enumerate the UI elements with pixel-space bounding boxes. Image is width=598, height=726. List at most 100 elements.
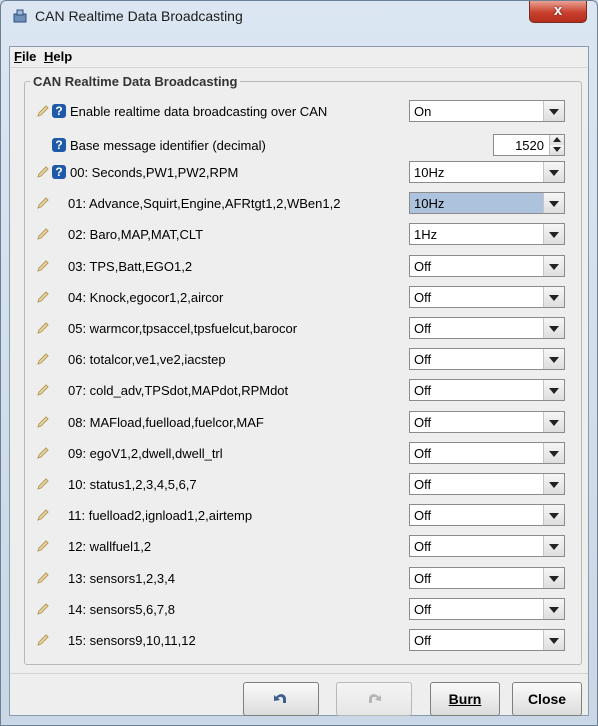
message-label: 04: Knock,egocor1,2,aircor xyxy=(68,290,224,305)
pencil-icon xyxy=(37,447,49,459)
message-rate-select[interactable]: Off xyxy=(409,348,565,370)
base-id-label: Base message identifier (decimal) xyxy=(70,138,266,153)
chevron-down-icon[interactable] xyxy=(543,224,564,244)
message-rate-value: Off xyxy=(414,290,432,305)
chevron-down-icon[interactable] xyxy=(543,256,564,276)
chevron-down-icon[interactable] xyxy=(543,443,564,463)
chevron-down-icon[interactable] xyxy=(543,505,564,525)
message-row: 08: MAFload,fuelload,fuelcor,MAF Off xyxy=(10,411,588,435)
message-rate-select[interactable]: Off xyxy=(409,504,565,526)
menu-help[interactable]: Help xyxy=(44,49,72,64)
help-icon[interactable]: ? xyxy=(52,104,66,118)
message-rate-select[interactable]: Off xyxy=(409,629,565,651)
chevron-down-icon[interactable] xyxy=(543,568,564,588)
message-row: 01: Advance,Squirt,Engine,AFRtgt1,2,WBen… xyxy=(10,192,588,216)
message-rate-select[interactable]: 1Hz xyxy=(409,223,565,245)
message-row: 02: Baro,MAP,MAT,CLT 1Hz xyxy=(10,223,588,247)
pencil-icon xyxy=(37,478,49,490)
menu-help-label: elp xyxy=(53,49,73,64)
message-row: 10: status1,2,3,4,5,6,7 Off xyxy=(10,473,588,497)
pencil-icon xyxy=(37,416,49,428)
message-label: 02: Baro,MAP,MAT,CLT xyxy=(68,227,204,242)
message-rate-value: 10Hz xyxy=(414,165,445,180)
base-id-spinner[interactable]: 1520 xyxy=(493,134,565,156)
chevron-down-icon[interactable] xyxy=(543,193,564,213)
window-title: CAN Realtime Data Broadcasting xyxy=(35,8,243,24)
menu-bar: File Help xyxy=(10,47,588,68)
chevron-down-icon[interactable] xyxy=(543,287,564,307)
burn-label: Burn xyxy=(448,691,482,707)
message-rate-select[interactable]: Off xyxy=(409,411,565,433)
panel-title: CAN Realtime Data Broadcasting xyxy=(30,74,241,89)
message-rate-value: Off xyxy=(414,633,432,648)
message-label: 00: Seconds,PW1,PW2,RPM xyxy=(70,165,239,180)
message-label: 08: MAFload,fuelload,fuelcor,MAF xyxy=(68,415,264,430)
message-label: 05: warmcor,tpsaccel,tpsfuelcut,barocor xyxy=(68,321,298,336)
help-icon[interactable]: ? xyxy=(52,165,66,179)
chevron-down-icon[interactable] xyxy=(543,536,564,556)
pencil-icon xyxy=(37,509,49,521)
message-rate-value: Off xyxy=(414,446,432,461)
chevron-down-icon[interactable] xyxy=(543,101,564,121)
message-rate-select[interactable]: 10Hz xyxy=(409,192,565,214)
chevron-down-icon[interactable] xyxy=(543,412,564,432)
base-id-row: ? Base message identifier (decimal) 1520 xyxy=(10,134,588,158)
chevron-down-icon[interactable] xyxy=(543,349,564,369)
message-rate-select[interactable]: Off xyxy=(409,442,565,464)
message-rate-select[interactable]: Off xyxy=(409,286,565,308)
message-rate-value: 10Hz xyxy=(414,196,445,211)
undo-button[interactable] xyxy=(243,682,319,716)
spinner-down-icon[interactable] xyxy=(549,145,564,155)
redo-icon xyxy=(369,694,381,703)
message-row: 13: sensors1,2,3,4 Off xyxy=(10,567,588,591)
message-rate-select[interactable]: Off xyxy=(409,255,565,277)
message-rate-select[interactable]: Off xyxy=(409,535,565,557)
message-rate-select[interactable]: Off xyxy=(409,379,565,401)
message-row: ? 00: Seconds,PW1,PW2,RPM 10Hz xyxy=(10,161,588,185)
chevron-down-icon[interactable] xyxy=(543,630,564,650)
message-rate-value: 1Hz xyxy=(414,227,438,242)
window-close-button[interactable]: x xyxy=(529,1,587,23)
redo-button[interactable] xyxy=(336,682,412,716)
button-bar: Burn Close xyxy=(10,673,588,716)
chevron-down-icon[interactable] xyxy=(543,380,564,400)
enable-label: Enable realtime data broadcasting over C… xyxy=(70,104,328,119)
enable-select[interactable]: On xyxy=(409,100,565,122)
pencil-icon xyxy=(37,634,49,646)
pencil-icon xyxy=(37,228,49,240)
message-rate-select[interactable]: Off xyxy=(409,598,565,620)
chevron-down-icon[interactable] xyxy=(543,318,564,338)
message-rate-value: Off xyxy=(414,602,432,617)
message-rate-select[interactable]: Off xyxy=(409,473,565,495)
pencil-icon xyxy=(37,322,49,334)
help-icon[interactable]: ? xyxy=(52,138,66,152)
title-bar[interactable]: CAN Realtime Data Broadcasting x xyxy=(1,1,597,31)
pencil-icon xyxy=(37,384,49,396)
close-button[interactable]: Close xyxy=(512,682,582,716)
pencil-icon xyxy=(37,353,49,365)
menu-file-label: ile xyxy=(21,49,37,64)
chevron-down-icon[interactable] xyxy=(543,599,564,619)
message-row: 03: TPS,Batt,EGO1,2 Off xyxy=(10,255,588,279)
message-label: 15: sensors9,10,11,12 xyxy=(68,633,196,648)
client-area: File Help CAN Realtime Data Broadcasting… xyxy=(9,46,589,716)
base-id-value: 1520 xyxy=(515,138,544,153)
enable-value: On xyxy=(414,104,432,119)
chevron-down-icon[interactable] xyxy=(543,162,564,182)
enable-row: ? Enable realtime data broadcasting over… xyxy=(10,100,588,124)
message-rate-select[interactable]: 10Hz xyxy=(409,161,565,183)
pencil-icon xyxy=(37,197,49,209)
menu-file[interactable]: File xyxy=(14,49,36,64)
message-row: 14: sensors5,6,7,8 Off xyxy=(10,598,588,622)
message-rate-value: Off xyxy=(414,383,432,398)
app-icon xyxy=(13,9,27,23)
message-rate-select[interactable]: Off xyxy=(409,317,565,339)
burn-button[interactable]: Burn xyxy=(430,682,500,716)
message-rate-value: Off xyxy=(414,571,432,586)
undo-icon xyxy=(274,694,286,703)
pencil-icon xyxy=(37,572,49,584)
message-rate-select[interactable]: Off xyxy=(409,567,565,589)
chevron-down-icon[interactable] xyxy=(543,474,564,494)
message-label: 03: TPS,Batt,EGO1,2 xyxy=(68,259,193,274)
message-label: 06: totalcor,ve1,ve2,iacstep xyxy=(68,352,226,367)
